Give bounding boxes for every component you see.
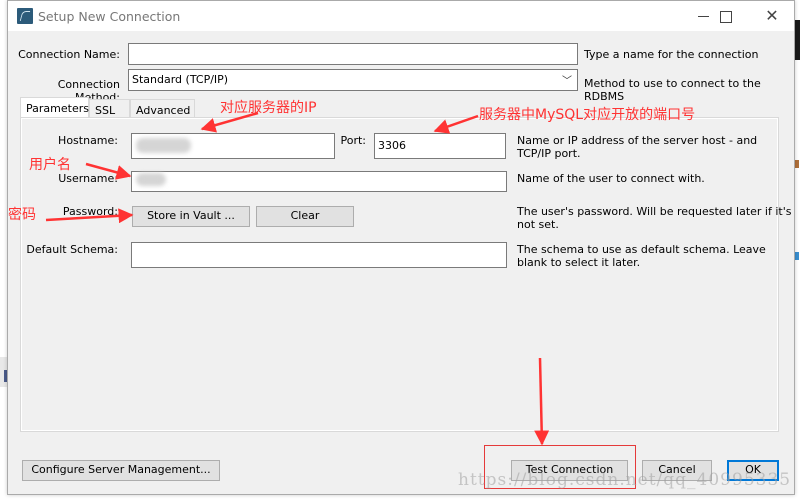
background-app-edge-right xyxy=(795,0,800,500)
maximize-button[interactable] xyxy=(708,5,744,27)
connection-name-label: Connection Name: xyxy=(18,48,120,61)
default-schema-help: The schema to use as default schema. Lea… xyxy=(517,243,766,269)
hostname-label: Hostname: xyxy=(58,134,118,147)
parameters-panel xyxy=(20,117,779,432)
default-schema-help-line1: The schema to use as default schema. Lea… xyxy=(517,243,766,256)
clear-password-button[interactable]: Clear xyxy=(256,206,354,227)
default-schema-label: Default Schema: xyxy=(26,243,118,256)
port-input[interactable]: 3306 xyxy=(374,133,506,159)
hostname-help: Name or IP address of the server host - … xyxy=(517,134,757,160)
port-annotation: 服务器中MySQL对应开放的端口号 xyxy=(479,107,696,123)
watermark: https://blog.csdn.net/qq_40995335 xyxy=(458,470,792,490)
username-input[interactable] xyxy=(131,171,507,192)
port-label: Port: xyxy=(340,134,366,147)
hostname-help-line1: Name or IP address of the server host - … xyxy=(517,134,758,147)
default-schema-input[interactable] xyxy=(131,242,507,268)
tab-parameters[interactable]: Parameters xyxy=(20,97,89,119)
tab-advanced[interactable]: Advanced xyxy=(130,99,195,119)
close-button[interactable]: ✕ xyxy=(754,5,790,27)
maximize-icon xyxy=(720,10,732,23)
password-label: Password: xyxy=(62,205,118,218)
hostname-annotation: 对应服务器的IP xyxy=(220,100,317,116)
password-help-line2: not set. xyxy=(517,218,559,231)
connection-name-help: Type a name for the connection xyxy=(584,48,759,61)
password-help-line1: The user's password. Will be requested l… xyxy=(517,205,792,218)
connection-method-help: Method to use to connect to the RDBMS xyxy=(584,77,761,103)
hostname-help-line2: TCP/IP port. xyxy=(517,147,581,160)
username-redacted-value xyxy=(136,173,166,186)
chevron-down-icon: ﹀ xyxy=(562,76,572,87)
connection-method-select[interactable]: Standard (TCP/IP) ﹀ xyxy=(128,69,578,91)
connection-method-value: Standard (TCP/IP) xyxy=(132,73,229,86)
default-schema-help-line2: blank to select it later. xyxy=(517,256,641,269)
password-annotation: 密码 xyxy=(8,207,36,223)
store-in-vault-button[interactable]: Store in Vault ... xyxy=(132,206,250,227)
setup-connection-dialog: Setup New Connection ✕ Connection Name: … xyxy=(7,0,795,495)
tab-ssl[interactable]: SSL xyxy=(89,99,130,119)
username-annotation: 用户名 xyxy=(29,157,71,173)
hostname-redacted-value xyxy=(136,138,191,153)
minimize-icon xyxy=(697,16,709,17)
username-help: Name of the user to connect with. xyxy=(517,172,705,185)
mysql-workbench-icon xyxy=(17,8,33,24)
window-title: Setup New Connection xyxy=(38,9,181,24)
close-icon: ✕ xyxy=(765,6,779,25)
password-help: The user's password. Will be requested l… xyxy=(517,205,791,231)
configure-server-management-button[interactable]: Configure Server Management... xyxy=(22,460,220,481)
title-bar: Setup New Connection ✕ xyxy=(8,1,794,31)
connection-name-input[interactable] xyxy=(128,43,578,65)
